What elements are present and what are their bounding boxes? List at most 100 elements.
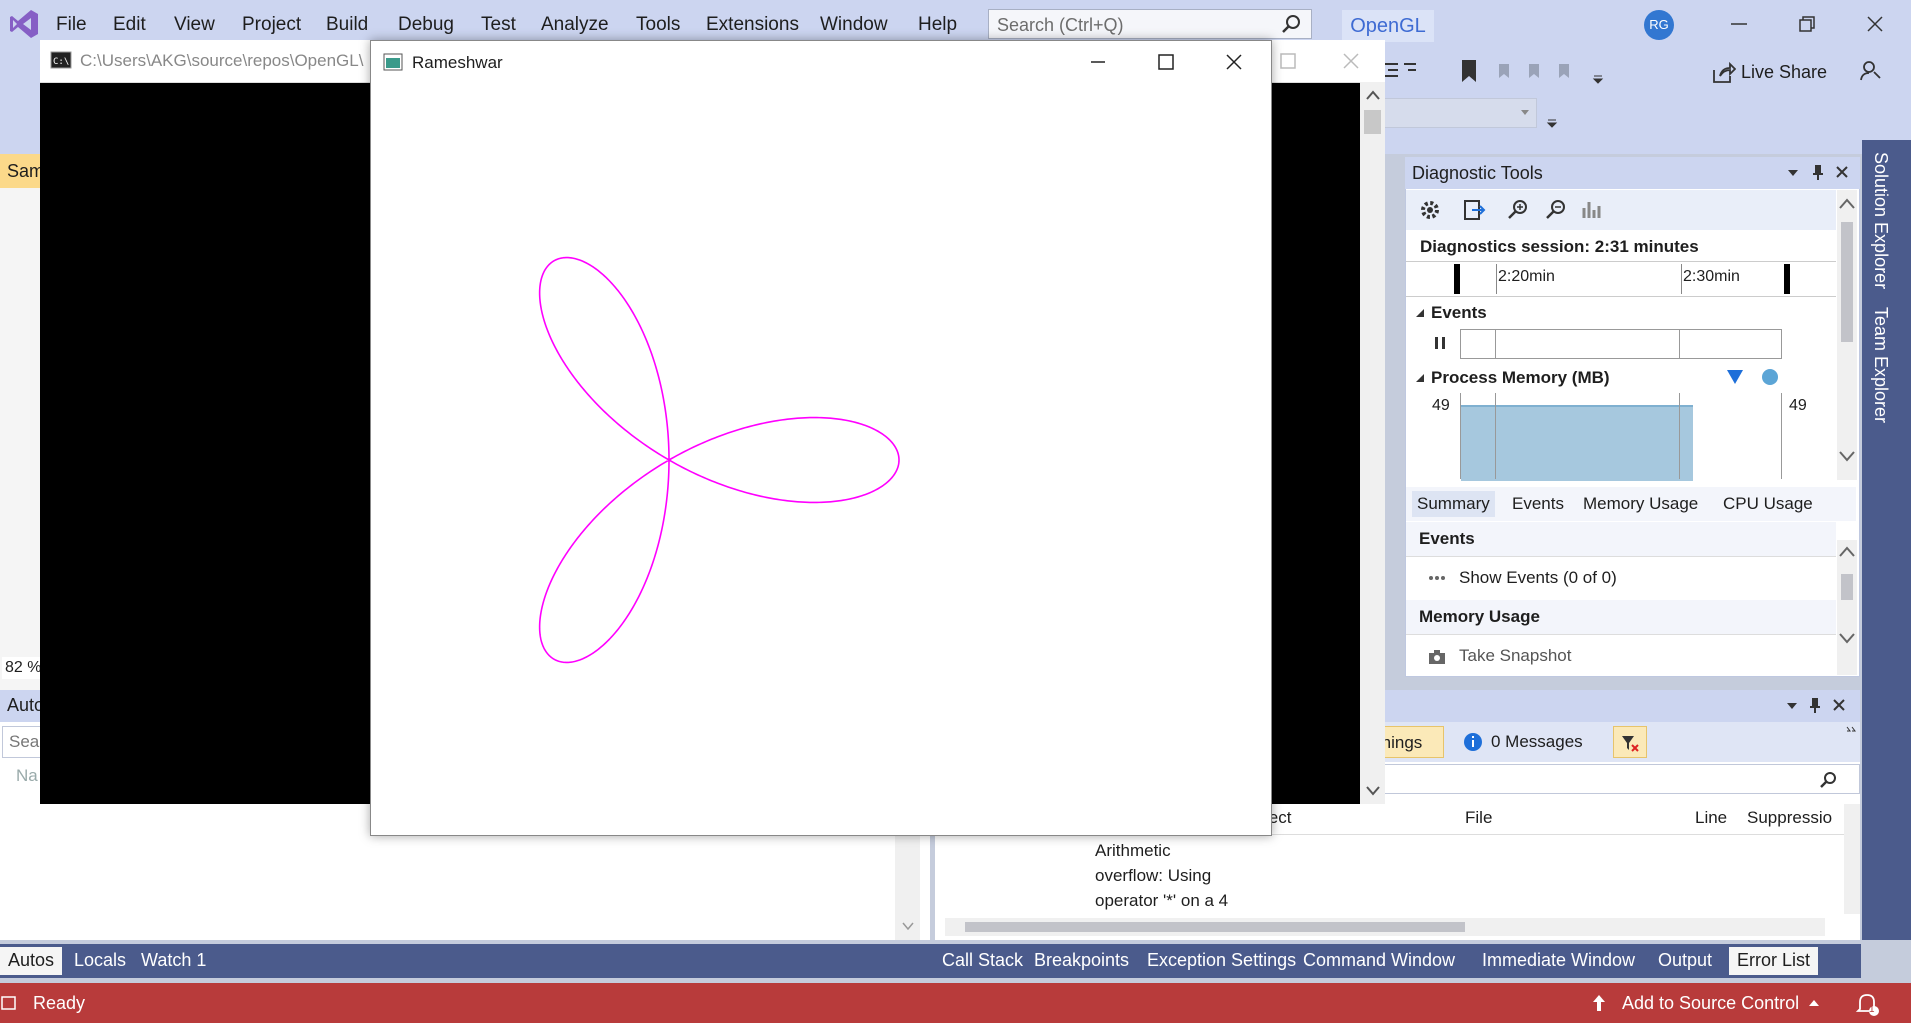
scroll-up-icon[interactable]	[1839, 546, 1855, 558]
editor-left-strip	[0, 154, 40, 694]
opengl-canvas[interactable]	[371, 83, 1271, 835]
toolbar-overflow-icon[interactable]	[1546, 118, 1558, 128]
chart-icon[interactable]	[1580, 198, 1604, 222]
close-panel-icon[interactable]	[1832, 698, 1846, 712]
pin-icon[interactable]	[1810, 163, 1826, 181]
scroll-down-icon[interactable]	[1365, 786, 1381, 796]
diagnostic-toolbar	[1406, 190, 1836, 230]
memory-axis-left: 49	[1432, 397, 1450, 414]
tab-immediate-window[interactable]: Immediate Window	[1474, 947, 1643, 975]
scroll-down-icon[interactable]	[1839, 450, 1855, 462]
diag-tab-cpu-usage[interactable]: CPU Usage	[1718, 491, 1818, 517]
horizontal-scrollbar[interactable]	[945, 918, 1825, 936]
document-tab[interactable]: Sam	[0, 154, 44, 188]
take-snapshot-button[interactable]: Take Snapshot	[1459, 646, 1571, 666]
collapse-icon[interactable]	[1415, 308, 1425, 318]
menu-item-project[interactable]: Project	[242, 14, 301, 36]
maximize-icon[interactable]	[1155, 51, 1177, 73]
live-share-button[interactable]: Live Share	[1741, 62, 1827, 83]
tab-error-list[interactable]: Error List	[1729, 947, 1819, 975]
zoom-in-icon[interactable]	[1506, 198, 1530, 222]
toolbar-dropdown[interactable]	[1380, 98, 1537, 128]
tab-exception-settings[interactable]: Exception Settings	[1139, 947, 1304, 975]
scroll-up-icon[interactable]	[1365, 90, 1381, 100]
table-row[interactable]: Arithmetic overflow: Using operator '*' …	[1095, 838, 1228, 913]
messages-filter-button[interactable]: 0 Messages	[1457, 726, 1607, 758]
camera-icon	[1429, 650, 1445, 664]
timeline-ruler[interactable]: 2:20min 2:30min	[1406, 261, 1836, 297]
tab-command-window[interactable]: Command Window	[1295, 947, 1463, 975]
console-scrollbar[interactable]	[1360, 82, 1385, 804]
maximize-icon[interactable]	[1277, 50, 1299, 72]
tab-breakpoints[interactable]: Breakpoints	[1026, 947, 1137, 975]
opengl-titlebar[interactable]: Rameshwar	[371, 41, 1271, 83]
show-events-link[interactable]: Show Events (0 of 0)	[1459, 568, 1617, 588]
summary-scrollbar[interactable]	[1837, 540, 1857, 675]
menu-item-file[interactable]: File	[56, 14, 87, 36]
tab-output[interactable]: Output	[1650, 947, 1720, 975]
chevron-up-icon[interactable]	[1808, 999, 1820, 1007]
live-share-icon[interactable]	[1710, 60, 1736, 86]
close-panel-icon[interactable]	[1835, 165, 1849, 179]
restore-icon[interactable]	[1795, 12, 1819, 36]
scroll-down-icon[interactable]	[902, 922, 914, 930]
diagnostics-scrollbar[interactable]	[1837, 190, 1857, 480]
menu-item-build[interactable]: Build	[326, 14, 368, 36]
tab-autos[interactable]: Autos	[0, 947, 63, 975]
diag-tab-events[interactable]: Events	[1507, 491, 1569, 517]
menu-item-help[interactable]: Help	[918, 14, 957, 36]
zoom-out-icon[interactable]	[1544, 198, 1568, 222]
overflow-icon[interactable]	[1846, 726, 1858, 734]
search-box[interactable]: Search (Ctrl+Q)	[988, 9, 1312, 39]
close-icon[interactable]	[1223, 51, 1245, 73]
column-file[interactable]: File	[1465, 808, 1492, 828]
export-icon[interactable]	[1462, 198, 1488, 222]
add-to-source-control-button[interactable]: Add to Source Control	[1622, 993, 1799, 1014]
menu-item-analyze[interactable]: Analyze	[541, 14, 609, 36]
diagnostic-tools-title: Diagnostic Tools	[1412, 163, 1543, 183]
events-track[interactable]	[1460, 329, 1782, 359]
timeline-tick: 2:20min	[1498, 268, 1555, 285]
solution-explorer-tab[interactable]: Solution Explorer	[1870, 152, 1891, 289]
snapshot-marker-icon	[1727, 370, 1743, 384]
column-suppression[interactable]: Suppressio	[1747, 808, 1832, 828]
close-icon[interactable]	[1340, 50, 1362, 72]
collapse-icon[interactable]	[1415, 373, 1425, 383]
menu-item-test[interactable]: Test	[481, 14, 516, 36]
tab-call-stack[interactable]: Call Stack	[934, 947, 1031, 975]
minimize-icon[interactable]	[1087, 51, 1109, 73]
menu-item-tools[interactable]: Tools	[636, 14, 680, 36]
pause-icon[interactable]	[1432, 335, 1448, 351]
menu-item-edit[interactable]: Edit	[113, 14, 146, 36]
bookmark-icon[interactable]	[1458, 58, 1480, 84]
dropdown-icon[interactable]	[1784, 698, 1800, 714]
close-icon[interactable]	[1863, 12, 1887, 36]
toolbar-overflow-icon[interactable]	[1592, 74, 1604, 84]
menu-item-debug[interactable]: Debug	[398, 14, 454, 36]
diag-tab-memory-usage[interactable]: Memory Usage	[1578, 491, 1703, 517]
filter-clear-button[interactable]	[1613, 726, 1647, 758]
zoom-level[interactable]: 82 %	[2, 657, 45, 679]
menu-item-view[interactable]: View	[174, 14, 215, 36]
avatar[interactable]: RG	[1644, 10, 1674, 40]
format-icon[interactable]	[1380, 58, 1420, 84]
menu-item-window[interactable]: Window	[820, 14, 888, 36]
tab-watch-1[interactable]: Watch 1	[133, 947, 214, 975]
vertical-scrollbar[interactable]	[1844, 804, 1860, 914]
scroll-up-icon[interactable]	[1839, 198, 1855, 210]
gear-icon[interactable]	[1418, 198, 1442, 222]
bookmark-nav-icons[interactable]	[1495, 60, 1585, 82]
status-window-icon	[1, 996, 16, 1010]
scroll-down-icon[interactable]	[1839, 632, 1855, 644]
column-line[interactable]: Line	[1695, 808, 1727, 828]
menu-item-extensions[interactable]: Extensions	[706, 14, 799, 36]
minimize-icon[interactable]	[1727, 12, 1751, 36]
tab-locals[interactable]: Locals	[66, 947, 134, 975]
team-explorer-tab[interactable]: Team Explorer	[1870, 307, 1891, 423]
feedback-icon[interactable]	[1858, 58, 1884, 84]
notifications-icon[interactable]	[1854, 991, 1880, 1017]
memory-graph[interactable]	[1460, 393, 1782, 481]
diag-tab-summary[interactable]: Summary	[1412, 491, 1495, 517]
pin-icon[interactable]	[1807, 696, 1823, 714]
dropdown-icon[interactable]	[1785, 165, 1801, 181]
